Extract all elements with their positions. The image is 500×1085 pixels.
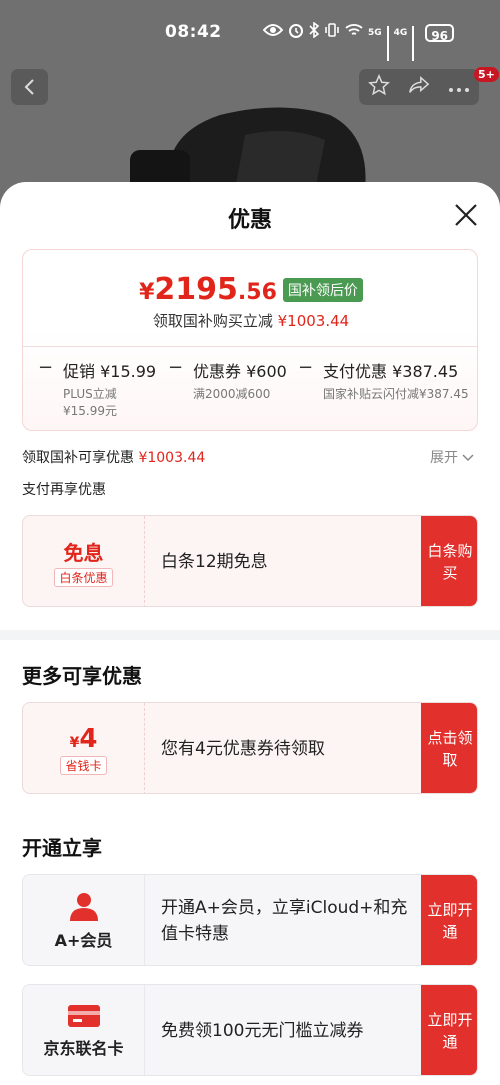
close-button[interactable] <box>453 202 479 228</box>
open-member-button[interactable]: 立即开通 <box>421 875 477 965</box>
minus-sign: − <box>298 357 314 378</box>
breakdown-sub: PLUS立减 <box>63 387 117 401</box>
offer-description: 免费领100元无门槛立减券 <box>161 1021 364 1041</box>
price-subtitle: 领取国补购买立减 ¥1003.44 <box>23 310 477 331</box>
minus-sign: − <box>168 357 184 378</box>
star-icon <box>368 73 390 96</box>
user-icon <box>69 893 98 921</box>
gov-subsidy-row: 领取国补可享优惠 ¥1003.44 <box>22 447 205 467</box>
coupon-value: 4 <box>79 723 98 754</box>
close-icon <box>455 204 477 226</box>
breakdown-main: 支付优惠 ¥387.45 <box>323 362 459 381</box>
sheet-title: 优惠 <box>227 208 272 233</box>
final-price: ¥ 2195 .56 国补领后价 <box>23 272 477 307</box>
breakdown-sub: 满2000减600 <box>193 387 271 401</box>
price-summary-card: ¥ 2195 .56 国补领后价 领取国补购买立减 ¥1003.44 ) − 促… <box>22 249 478 431</box>
status-bar: 08:42 5G 4G 96 <box>0 0 500 64</box>
chevron-down-icon <box>462 454 474 462</box>
member-label: A+会员 <box>54 931 113 950</box>
gov-subsidy-label: 领取国补可享优惠 <box>22 450 134 466</box>
breakdown-main: 促销 ¥15.99 <box>63 362 157 381</box>
more-offers-title: 更多可享优惠 <box>22 664 142 688</box>
baitiao-offer-card[interactable]: 免息 白条优惠 白条12期免息 白条购买 <box>22 515 478 607</box>
message-badge: 5+ <box>474 67 499 82</box>
subsidy-price-tag: 国补领后价 <box>282 278 363 302</box>
offer-left: 免息 白条优惠 <box>23 516 145 606</box>
more-dots-icon <box>449 87 469 92</box>
coupon-offer-card[interactable]: ¥4 省钱卡 您有4元优惠券待领取 点击领取 <box>22 702 478 794</box>
product-watch-image <box>130 107 366 195</box>
price-currency: ¥ <box>139 280 155 305</box>
coupon-currency: ¥ <box>69 734 80 751</box>
credit-card-icon <box>67 1005 100 1027</box>
vibrate-icon <box>324 22 340 44</box>
share-button[interactable] <box>408 75 430 99</box>
expand-toggle[interactable]: 展开 <box>430 447 474 467</box>
gov-subsidy-value: ¥1003.44 <box>138 450 206 466</box>
baitiao-buy-button[interactable]: 白条购买 <box>421 516 477 606</box>
offer-left: A+会员 <box>23 875 145 965</box>
section-gap <box>0 630 500 640</box>
subsidy-value: ¥1003.44 <box>277 312 350 330</box>
member-offer-card[interactable]: A+会员 开通A+会员，立享iCloud+和充值卡特惠 立即开通 <box>22 874 478 966</box>
discount-breakdown: ) − 促销 ¥15.99 PLUS立减 ¥15.99元 − 优惠券 ¥600 … <box>23 357 477 422</box>
offer-description: 白条12期免息 <box>161 552 268 572</box>
offer-left: ¥4 省钱卡 <box>23 703 145 793</box>
battery-indicator: 96 <box>425 24 455 43</box>
pay-more-label: 支付再享优惠 <box>22 482 106 498</box>
signal-icon <box>386 26 389 61</box>
baitiao-tag: 白条优惠 <box>54 568 113 587</box>
status-icons: 5G 4G 96 <box>262 21 455 61</box>
coupon-amount: ¥4 <box>70 724 98 754</box>
expand-label: 展开 <box>430 450 458 466</box>
open-benefits-title: 开通立享 <box>22 836 102 860</box>
alarm-icon <box>288 22 304 44</box>
credit-card-offer-card[interactable]: 京东联名卡 免费领100元无门槛立减券 立即开通 <box>22 984 478 1076</box>
breakdown-item-coupon: 优惠券 ¥600 满2000减600 <box>193 358 287 403</box>
divider <box>23 346 477 347</box>
breakdown-item-payment: 支付优惠 ¥387.45 国家补贴云闪付减¥387.45 <box>323 358 469 403</box>
price-integer: 2195 <box>154 272 238 307</box>
discount-sheet: 优惠 ¥ 2195 .56 国补领后价 领取国补购买立减 ¥1003.44 ) … <box>0 182 500 1085</box>
network-type-2: 4G <box>393 28 408 38</box>
subsidy-label: 领取国补购买立减 <box>152 312 273 330</box>
network-type-1: 5G <box>368 28 382 38</box>
breakdown-item-promotion: 促销 ¥15.99 PLUS立减 ¥15.99元 <box>63 358 156 420</box>
chevron-left-icon <box>24 79 34 95</box>
claim-coupon-button[interactable]: 点击领取 <box>421 703 477 793</box>
back-button[interactable] <box>11 69 48 105</box>
more-button[interactable] <box>448 78 470 97</box>
price-decimal: .56 <box>237 280 277 305</box>
open-card-button[interactable]: 立即开通 <box>421 985 477 1075</box>
interest-free-label: 免息 <box>63 541 104 565</box>
status-time: 08:42 <box>165 22 222 42</box>
breakdown-sub: 国家补贴云闪付减¥387.45 <box>323 387 469 401</box>
offer-left: 京东联名卡 <box>23 985 145 1075</box>
share-icon <box>409 76 430 93</box>
signal-icon-2 <box>412 26 415 61</box>
minus-sign: − <box>38 357 54 378</box>
saving-card-tag: 省钱卡 <box>60 755 107 775</box>
eye-icon <box>262 23 284 43</box>
bluetooth-icon <box>309 21 320 44</box>
wifi-icon <box>345 23 363 43</box>
breakdown-main: 优惠券 ¥600 <box>193 362 287 381</box>
breakdown-sub: ¥15.99元 <box>63 404 117 418</box>
credit-card-label: 京东联名卡 <box>43 1039 124 1058</box>
offer-description: 开通A+会员，立享iCloud+和充值卡特惠 <box>161 898 408 944</box>
offer-description: 您有4元优惠券待领取 <box>161 739 325 759</box>
